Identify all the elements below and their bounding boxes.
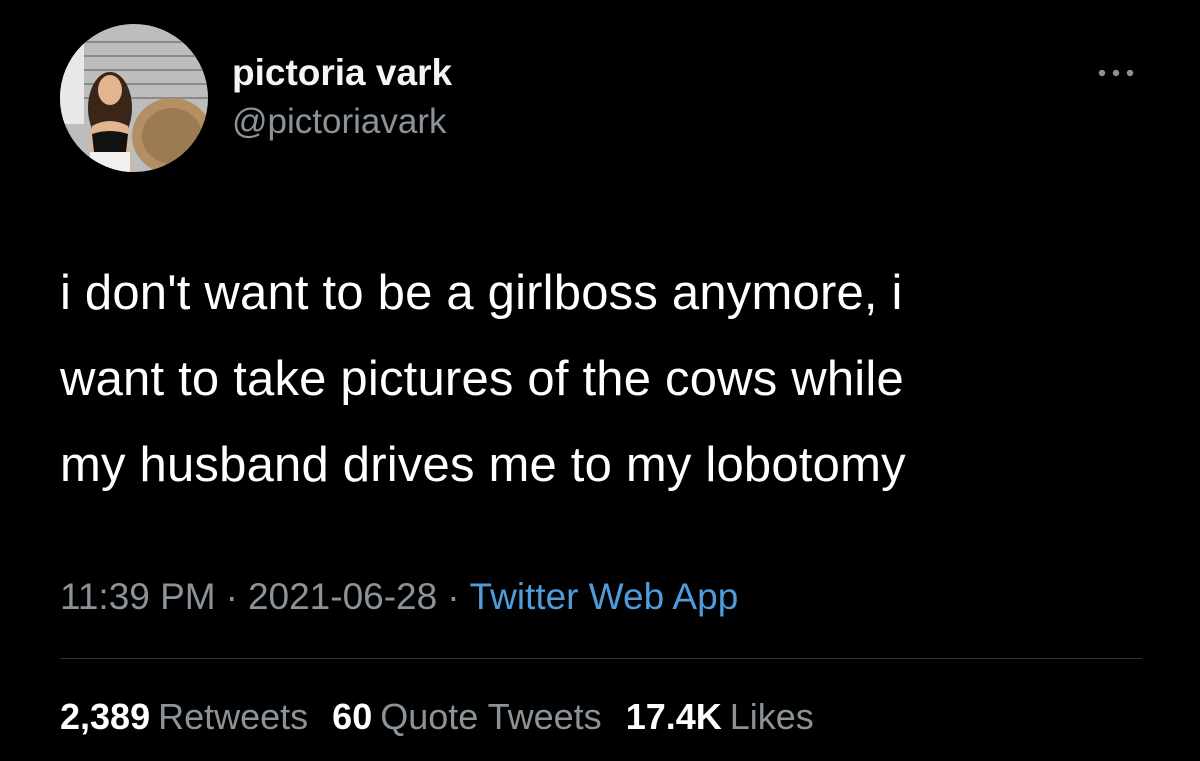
display-name[interactable]: pictoria vark [232, 52, 452, 94]
likes-label: Likes [729, 696, 814, 737]
tweet-date[interactable]: 2021-06-28 [248, 576, 437, 617]
quote-tweets-count: 60 [332, 696, 373, 737]
meta-separator: · [225, 576, 238, 617]
tweet-card: pictoria vark @pictoriavark i don't want… [0, 0, 1200, 761]
tweet-meta: 11:39 PM · 2021-06-28 · Twitter Web App [60, 576, 738, 618]
retweets-count: 2,389 [60, 696, 151, 737]
avatar-photo [60, 24, 208, 172]
tweet-text-line: i don't want to be a girlboss anymore, i [60, 266, 903, 320]
retweets-stat[interactable]: 2,389 Retweets [60, 696, 308, 738]
divider [60, 658, 1142, 659]
tweet-text-line: my husband drives me to my lobotomy [60, 438, 906, 492]
more-horizontal-icon [1098, 69, 1134, 77]
quote-tweets-label: Quote Tweets [380, 696, 602, 737]
avatar[interactable] [60, 24, 208, 172]
more-options-button[interactable] [1090, 58, 1142, 88]
quote-tweets-stat[interactable]: 60 Quote Tweets [332, 696, 602, 738]
user-handle[interactable]: @pictoriavark [232, 102, 446, 142]
retweets-label: Retweets [158, 696, 309, 737]
meta-separator: · [447, 576, 460, 617]
tweet-text: i don't want to be a girlboss anymore, i… [60, 250, 1140, 508]
tweet-source-link[interactable]: Twitter Web App [470, 576, 739, 617]
tweet-time[interactable]: 11:39 PM [60, 576, 216, 617]
tweet-stats: 2,389 Retweets 60 Quote Tweets 17.4K Likes [60, 696, 838, 738]
likes-count: 17.4K [625, 696, 722, 737]
tweet-text-line: want to take pictures of the cows while [60, 352, 904, 406]
likes-stat[interactable]: 17.4K Likes [626, 696, 814, 738]
